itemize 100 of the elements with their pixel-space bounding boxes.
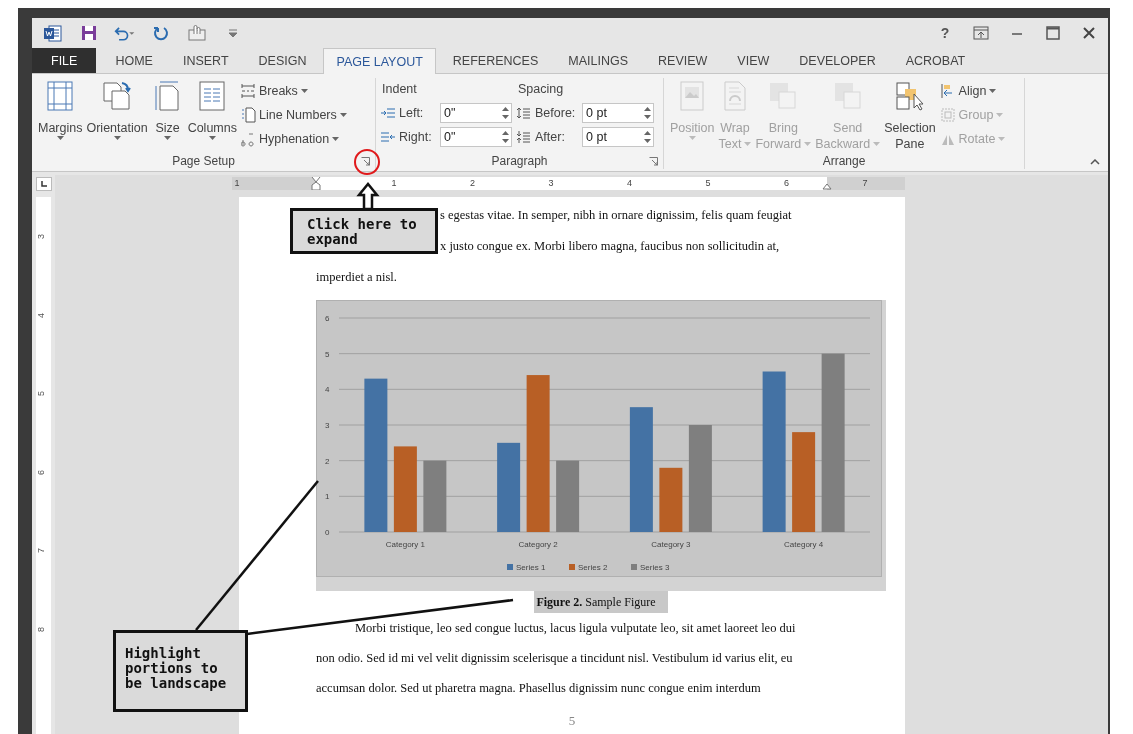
- ruler-number: 3: [548, 177, 554, 190]
- body-text: non odio. Sed id mi vel velit dignissim scelerisque a tincidunt nisl. Vestibulum id varius elit, eu: [316, 650, 793, 667]
- group-label: Paragraph: [491, 153, 548, 169]
- ribbon-tab[interactable]: REVIEW: [645, 48, 721, 73]
- selection-pane-icon: [893, 80, 926, 112]
- group-label: Arrange: [822, 153, 866, 169]
- margin-marker-icon[interactable]: [311, 177, 321, 190]
- ruler-number: 7: [37, 548, 46, 554]
- spinner-arrows-icon[interactable]: [644, 106, 651, 120]
- highlight-circle: [354, 149, 380, 175]
- ruler-number: 6: [784, 177, 789, 190]
- axis-label: 0: [325, 528, 330, 537]
- ribbon-button[interactable]: Columns: [185, 78, 239, 153]
- ruler-number: 1: [234, 177, 240, 190]
- ribbon-tab[interactable]: MAILINGS: [555, 48, 642, 73]
- ribbon-tab[interactable]: DEVELOPER: [786, 48, 889, 73]
- legend-label: Series 1: [516, 563, 546, 572]
- ruler-number: 4: [627, 177, 632, 190]
- callout-box: Highlight portions to be landscape: [113, 630, 248, 712]
- spin-field[interactable]: 0 pt: [582, 127, 654, 147]
- ribbon-button[interactable]: Breaks: [238, 80, 349, 102]
- spinner-arrows-icon[interactable]: [502, 106, 509, 120]
- spin-field[interactable]: 0 pt: [582, 103, 654, 123]
- ribbon-button[interactable]: Line Numbers: [238, 104, 349, 126]
- dialog-launcher-button[interactable]: [361, 157, 371, 167]
- ribbon-tab[interactable]: REFERENCES: [439, 48, 552, 73]
- axis-label: 3: [325, 421, 330, 430]
- ribbon-button[interactable]: Size: [149, 78, 186, 153]
- group-label: Page Setup: [172, 153, 235, 169]
- spinner-arrows-icon[interactable]: [502, 130, 509, 144]
- body-text: Morbi tristique, leo sed congue luctus, lacus ligula vulputate leo, sit amet laoreet leo dui: [355, 620, 796, 637]
- legend-label: Series 3: [640, 563, 670, 572]
- field-label: Left:: [399, 106, 425, 120]
- ruler-number: 4: [37, 312, 46, 318]
- ribbon-tab[interactable]: DESIGN: [245, 48, 320, 73]
- group-icon: [939, 107, 956, 123]
- ruler-number: 7: [862, 177, 868, 190]
- line-numbers-icon: [240, 107, 256, 123]
- ribbon-button[interactable]: Orientation: [84, 78, 150, 153]
- ribbon-button[interactable]: Hyphenation: [238, 128, 349, 150]
- spacing-after-icon: [516, 130, 532, 144]
- ruler-number: 8: [37, 627, 46, 632]
- indent-left-icon: [380, 106, 396, 120]
- ribbon-tab[interactable]: HOME: [102, 48, 166, 73]
- indent-right-icon: [380, 130, 396, 144]
- file-menu-button[interactable]: FILE: [32, 48, 97, 73]
- ribbon-tab[interactable]: ACROBAT: [892, 48, 979, 73]
- bar: [556, 460, 580, 532]
- page-break-icon: [240, 83, 256, 99]
- margin-marker-icon[interactable]: [822, 183, 832, 190]
- body-text: imperdiet a nisl.: [316, 269, 397, 286]
- word-app-icon: [42, 23, 64, 43]
- category-label: Category 2: [518, 540, 558, 549]
- section-heading: Indent: [381, 81, 418, 98]
- axis-label: 5: [325, 349, 330, 359]
- axis-label: 1: [325, 492, 330, 502]
- spinner-arrows-icon[interactable]: [644, 130, 651, 144]
- ruler-number: 1: [391, 177, 397, 190]
- ribbon-display-options-icon[interactable]: [970, 23, 992, 43]
- ribbon-tab[interactable]: INSERT: [169, 48, 242, 73]
- ribbon-tab[interactable]: PAGE LAYOUT: [323, 48, 436, 74]
- page-number: 5: [567, 713, 577, 729]
- dialog-launcher-button[interactable]: [649, 157, 659, 167]
- body-text: x justo congue ex. Morbi libero magna, faucibus non sollicitudin at,: [440, 238, 780, 255]
- section-heading: Spacing: [517, 81, 565, 98]
- tab-selector-button[interactable]: [35, 177, 52, 191]
- category-label: Category 3: [651, 540, 691, 549]
- ribbon-tab[interactable]: VIEW: [724, 48, 783, 73]
- figure-caption: Figure 2. Sample Figure: [534, 591, 668, 613]
- collapse-ribbon-button[interactable]: [1090, 159, 1100, 165]
- body-text: s egestas vitae. In semper, nibh in ornare dignissim, felis quam feugiat: [440, 207, 792, 224]
- field-label: After:: [535, 130, 566, 144]
- category-label: Category 4: [784, 540, 824, 549]
- ribbon-button[interactable]: Selection Pane: [882, 78, 938, 153]
- axis-label: 4: [325, 385, 330, 395]
- ruler-number: 6: [37, 469, 46, 475]
- legend-label: Series 2: [578, 563, 608, 572]
- ruler-number: 5: [37, 391, 46, 397]
- category-label: Category 1: [385, 540, 425, 549]
- hyphenation-icon: [240, 131, 256, 147]
- pages-icon: [101, 80, 134, 112]
- touch-mode-icon[interactable]: [186, 23, 208, 43]
- ruler-number: 3: [37, 234, 46, 239]
- bar: [423, 460, 447, 532]
- left-tab-icon: [39, 180, 48, 188]
- field-label: Before:: [535, 106, 577, 120]
- field-label: Right:: [399, 130, 433, 144]
- ruler-number: 2: [470, 177, 475, 190]
- spin-field[interactable]: 0": [440, 127, 512, 147]
- spacing-before-icon: [516, 106, 532, 120]
- bar: [659, 467, 683, 532]
- ribbon-button[interactable]: Align: [937, 80, 1008, 102]
- ruler-number: 5: [705, 177, 711, 190]
- help-button[interactable]: ?: [934, 25, 956, 41]
- callout-box: Click here to expand: [290, 208, 438, 254]
- axis-label: 6: [325, 314, 330, 323]
- spin-field[interactable]: 0": [440, 103, 512, 123]
- axis-label: 2: [325, 456, 330, 466]
- ribbon-button[interactable]: Margins: [36, 78, 85, 153]
- body-text: accumsan dolor. Sed ut pharetra magna. Phasellus dignissim nunc congue enim interdum: [316, 680, 761, 697]
